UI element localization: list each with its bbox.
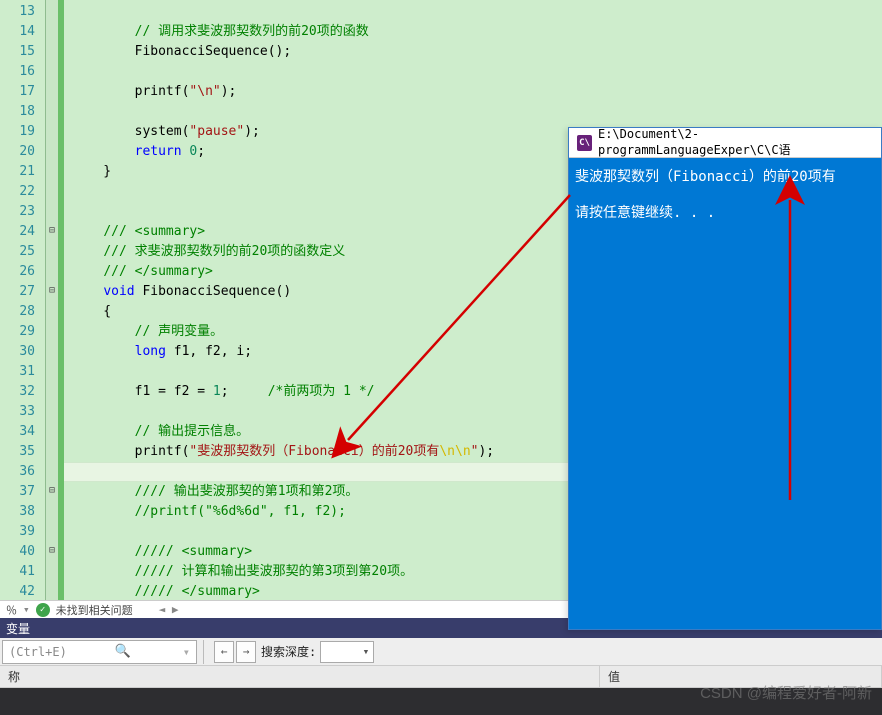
issues-status[interactable]: 未找到相关问题 <box>56 602 133 618</box>
code-line[interactable]: // 调用求斐波那契数列的前20项的函数 <box>64 22 882 42</box>
nav-next-button[interactable]: → <box>236 641 256 663</box>
panel-search-row: (Ctrl+E) 🔍 ▾ ← → 搜索深度: ▾ <box>0 638 882 666</box>
fold-toggle-icon[interactable]: ⊟ <box>46 482 58 502</box>
code-line[interactable] <box>64 2 882 22</box>
fold-gutter: ⊟ ⊟ ⊟ ⊟ <box>46 0 60 600</box>
line-number-gutter: 13 14 15 16 17 18 19 20 21 22 23 24 25 2… <box>0 0 46 600</box>
search-placeholder: (Ctrl+E) <box>9 645 67 659</box>
check-icon: ✓ <box>36 603 50 617</box>
column-name[interactable]: 称 <box>0 666 600 687</box>
code-line[interactable] <box>64 62 882 82</box>
code-line[interactable]: printf("\n"); <box>64 82 882 102</box>
fold-toggle-icon[interactable]: ⊟ <box>46 222 58 242</box>
search-depth-label: 搜索深度: <box>261 643 316 660</box>
fold-toggle-icon[interactable]: ⊟ <box>46 542 58 562</box>
fold-toggle-icon[interactable]: ⊟ <box>46 282 58 302</box>
console-output[interactable]: 斐波那契数列（Fibonacci）的前20项有 请按任意键继续. . . <box>569 158 881 233</box>
search-icon[interactable]: 🔍 <box>115 644 131 659</box>
console-app-icon: C\ <box>577 135 592 151</box>
console-line: 请按任意键继续. . . <box>575 202 875 224</box>
console-titlebar[interactable]: C\ E:\Document\2-programmLanguageExper\C… <box>569 128 881 158</box>
search-depth-select[interactable]: ▾ <box>320 641 374 663</box>
console-window[interactable]: C\ E:\Document\2-programmLanguageExper\C… <box>568 127 882 630</box>
zoom-indicator[interactable]: ％ <box>6 602 17 618</box>
variables-panel[interactable]: 变量 (Ctrl+E) 🔍 ▾ ← → 搜索深度: ▾ 称 值 <box>0 618 882 715</box>
code-line[interactable] <box>64 102 882 122</box>
nav-prev-button[interactable]: ← <box>214 641 234 663</box>
console-line: 斐波那契数列（Fibonacci）的前20项有 <box>575 166 875 188</box>
horizontal-scroll-icon[interactable]: ◄ ▶ <box>159 603 179 616</box>
search-input[interactable]: (Ctrl+E) 🔍 ▾ <box>2 640 197 664</box>
console-title-text: E:\Document\2-programmLanguageExper\C\C语 <box>598 127 873 158</box>
column-value[interactable]: 值 <box>600 666 882 687</box>
code-line[interactable]: FibonacciSequence(); <box>64 42 882 62</box>
panel-columns-header: 称 值 <box>0 666 882 688</box>
